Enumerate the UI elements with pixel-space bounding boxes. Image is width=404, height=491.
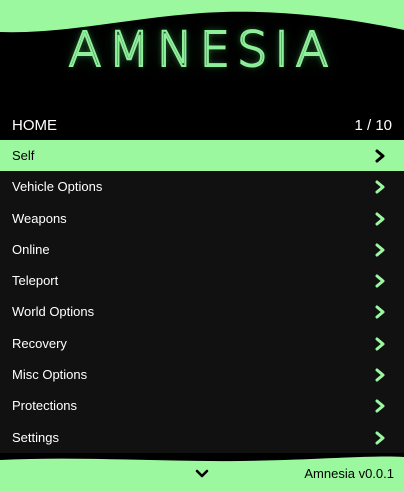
- chevron-right-icon: [375, 212, 385, 226]
- title-bar: HOME 1 / 10: [0, 113, 404, 140]
- menu-item-label: Protections: [12, 398, 78, 414]
- menu-item-label: Vehicle Options: [12, 179, 103, 195]
- chevron-right-icon: [375, 399, 385, 413]
- menu-item-vehicle-options[interactable]: Vehicle Options: [0, 171, 404, 202]
- menu-item-label: Weapons: [12, 210, 67, 226]
- chevron-right-icon: [375, 368, 385, 382]
- menu-item-self[interactable]: Self: [0, 140, 404, 172]
- header-banner: AMNESIA AMNESIA: [0, 0, 404, 113]
- chevron-right-icon: [375, 305, 385, 319]
- logo-text: AMNESIA: [68, 21, 336, 79]
- version-label: Amnesia v0.0.1: [304, 466, 394, 481]
- menu-item-weapons[interactable]: Weapons: [0, 203, 404, 234]
- item-counter: 1 / 10: [354, 117, 392, 134]
- chevron-right-icon: [375, 337, 385, 351]
- chevron-right-icon: [375, 274, 385, 288]
- chevron-right-icon: [375, 149, 385, 163]
- footer-bar: Amnesia v0.0.1: [0, 453, 404, 491]
- menu-item-label: Online: [12, 241, 50, 257]
- menu-item-label: Teleport: [12, 273, 59, 289]
- menu-item-world-options[interactable]: World Options: [0, 296, 404, 327]
- page-title: HOME: [12, 117, 57, 134]
- menu-item-online[interactable]: Online: [0, 234, 404, 265]
- menu-item-recovery[interactable]: Recovery: [0, 328, 404, 359]
- menu-item-teleport[interactable]: Teleport: [0, 265, 404, 296]
- menu-list: Self Vehicle Options Weapons Online Teleport…: [0, 140, 404, 453]
- chevron-right-icon: [375, 431, 385, 445]
- menu-item-label: World Options: [12, 304, 95, 320]
- menu-item-misc-options[interactable]: Misc Options: [0, 359, 404, 390]
- mod-menu: AMNESIA AMNESIA HOME 1 / 10 Self Vehicle …: [0, 0, 404, 491]
- chevron-right-icon: [375, 243, 385, 257]
- menu-item-label: Settings: [12, 429, 59, 445]
- chevron-down-icon[interactable]: [195, 469, 209, 479]
- menu-item-label: Misc Options: [12, 367, 88, 383]
- menu-item-protections[interactable]: Protections: [0, 390, 404, 421]
- chevron-right-icon: [375, 180, 385, 194]
- menu-item-label: Self: [12, 148, 35, 163]
- menu-item-settings[interactable]: Settings: [0, 422, 404, 453]
- menu-item-label: Recovery: [12, 335, 67, 351]
